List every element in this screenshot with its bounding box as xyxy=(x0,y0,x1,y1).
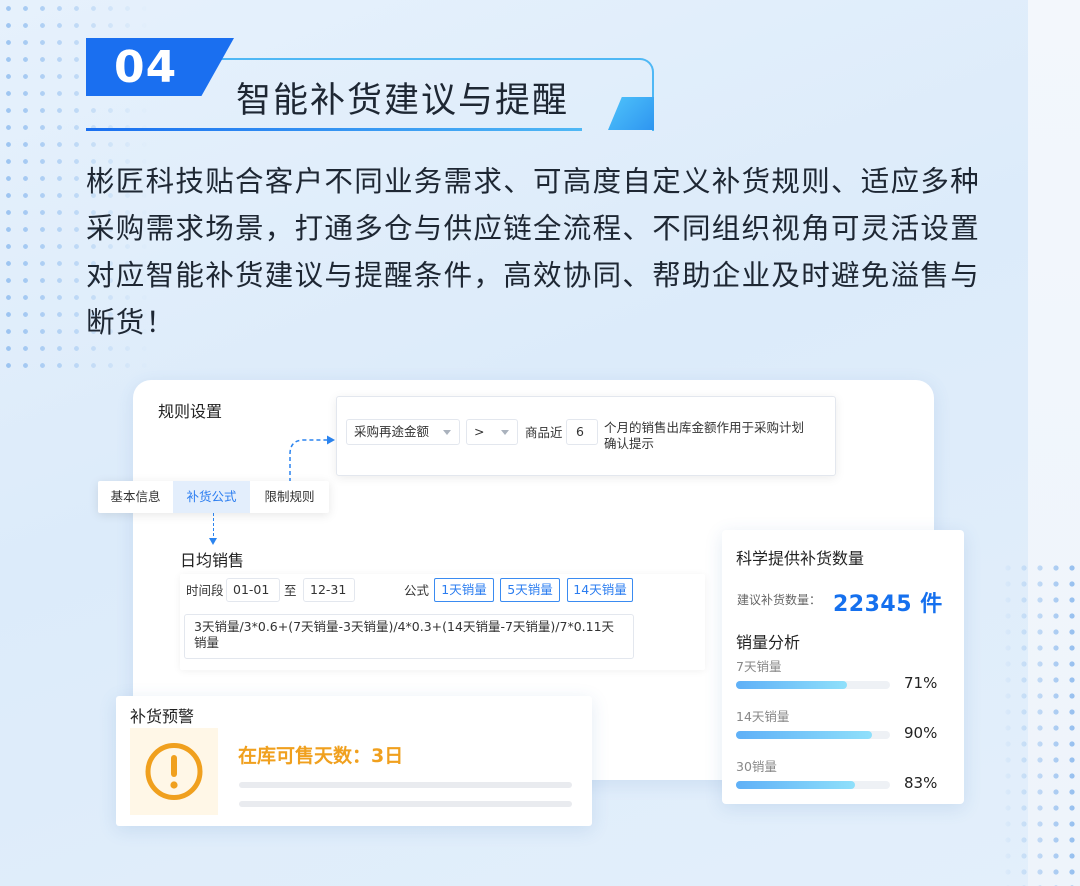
to-label: 至 xyxy=(284,583,297,598)
bar-percent: 71% xyxy=(904,674,938,692)
chevron-down-icon xyxy=(443,430,451,435)
suggested-qty-label: 建议补货数量： xyxy=(737,593,822,607)
progress-bar xyxy=(736,731,890,739)
title-underline xyxy=(86,128,582,131)
chip-1-day-sales[interactable]: 1天销量 xyxy=(434,578,494,602)
rule-settings-title: 规则设置 xyxy=(158,402,223,421)
chip-5-day-sales[interactable]: 5天销量 xyxy=(500,578,560,602)
tab-restock-formula[interactable]: 补货公式 xyxy=(173,481,250,513)
exclamation-circle-icon xyxy=(145,743,203,800)
arrow-down-icon xyxy=(209,538,217,545)
metric-select[interactable]: 采购再途金额 xyxy=(346,419,460,445)
tab-limit-rules[interactable]: 限制规则 xyxy=(250,481,329,513)
period-label: 时间段 xyxy=(186,583,224,598)
operator-select[interactable]: > xyxy=(466,419,518,445)
operator-select-value: > xyxy=(474,424,485,439)
formula-textarea[interactable]: 3天销量/3*0.6+(7天销量-3天销量)/4*0.3+(14天销量-7天销量… xyxy=(184,614,634,659)
section-title: 智能补货建议与提醒 xyxy=(236,81,570,121)
settings-tabs: 基本信息 补货公式 限制规则 xyxy=(98,481,329,513)
warning-title: 补货预警 xyxy=(130,707,195,726)
chevron-down-icon xyxy=(501,430,509,435)
dashed-connector-arrow xyxy=(289,435,335,482)
suggested-qty-value: 22345 件 xyxy=(833,592,943,617)
daily-sales-title: 日均销售 xyxy=(180,551,245,570)
progress-bar xyxy=(736,781,890,789)
placeholder-line xyxy=(239,782,572,788)
bar-label: 7天销量 xyxy=(736,659,782,674)
bar-percent: 83% xyxy=(904,774,938,792)
months-input[interactable]: 6 xyxy=(566,419,598,445)
bar-label: 14天销量 xyxy=(736,709,790,724)
placeholder-line xyxy=(239,801,572,807)
dashed-connector xyxy=(213,513,214,541)
progress-fill xyxy=(736,731,872,739)
suggestion-title: 科学提供补货数量 xyxy=(736,549,865,568)
metric-select-value: 采购再途金额 xyxy=(354,424,430,439)
decorative-dot-pattern xyxy=(1000,560,1080,886)
stock-days-message: 在库可售天数：3日 xyxy=(238,745,404,767)
warning-icon-box xyxy=(130,728,218,815)
progress-bar xyxy=(736,681,890,689)
condition-description: 个月的销售出库金额作用于采购计划确认提示 xyxy=(604,420,805,451)
progress-fill xyxy=(736,681,847,689)
bar-percent: 90% xyxy=(904,724,938,742)
start-date-input[interactable]: 01-01 xyxy=(226,578,280,602)
bar-label: 30销量 xyxy=(736,759,777,774)
sales-analysis-title: 销量分析 xyxy=(736,633,801,652)
chip-14-day-sales[interactable]: 14天销量 xyxy=(567,578,633,602)
end-date-input[interactable]: 12-31 xyxy=(303,578,355,602)
formula-label: 公式 xyxy=(404,583,430,598)
tab-basic-info[interactable]: 基本信息 xyxy=(98,481,173,513)
intro-paragraph: 彬匠科技贴合客户不同业务需求、可高度自定义补货规则、适应多种采购需求场景，打通多… xyxy=(86,165,981,339)
progress-fill xyxy=(736,781,855,789)
goods-recent-label: 商品近 xyxy=(525,425,563,440)
